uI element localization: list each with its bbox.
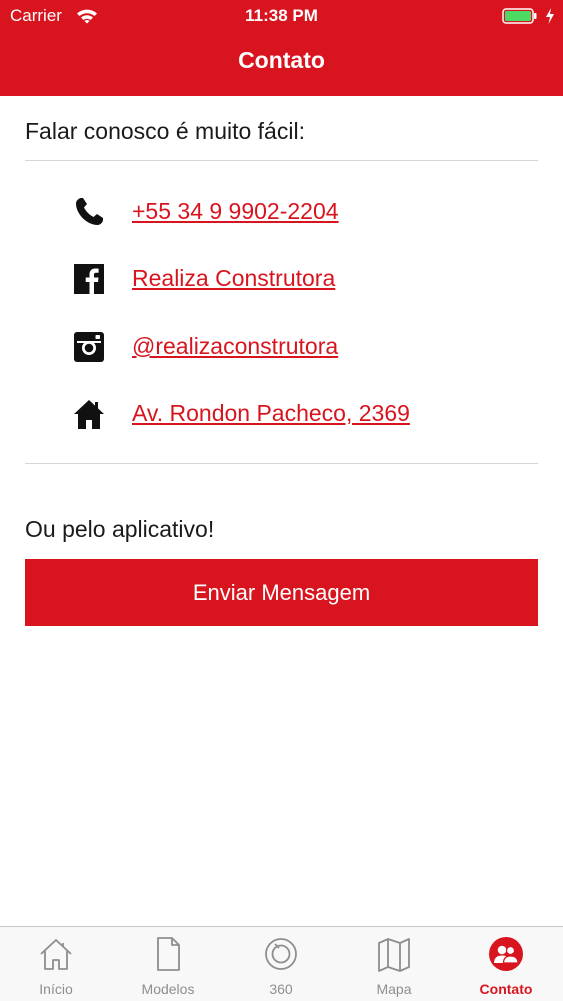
phone-link[interactable]: +55 34 9 9902-2204	[132, 198, 339, 225]
instagram-icon	[74, 332, 104, 362]
contact-row-instagram[interactable]: @realizaconstrutora	[72, 326, 512, 366]
status-bar: Carrier 11:38 PM	[0, 0, 563, 32]
tab-360[interactable]: 360	[225, 927, 337, 1001]
home-icon	[74, 400, 104, 429]
divider	[25, 160, 538, 161]
document-icon	[157, 937, 180, 971]
phone-icon	[76, 198, 103, 225]
divider	[25, 463, 538, 464]
page-title: Contato	[238, 47, 325, 73]
tab-inicio[interactable]: Início	[0, 927, 112, 1001]
app-heading: Ou pelo aplicativo!	[25, 516, 215, 542]
address-link[interactable]: Av. Rondon Pacheco, 2369	[132, 400, 410, 427]
tab-label: Mapa	[376, 981, 412, 997]
header: Carrier 11:38 PM Contato	[0, 0, 563, 96]
tab-label: Início	[39, 981, 73, 997]
tab-modelos[interactable]: Modelos	[112, 927, 224, 1001]
instagram-link[interactable]: @realizaconstrutora	[132, 333, 338, 360]
charging-bolt-icon	[546, 8, 554, 24]
camera-360-icon	[265, 938, 297, 970]
home-outline-icon	[40, 939, 72, 970]
send-message-button[interactable]: Enviar Mensagem	[25, 559, 538, 626]
tab-mapa[interactable]: Mapa	[338, 927, 450, 1001]
facebook-link[interactable]: Realiza Construtora	[132, 265, 335, 292]
tab-bar: Início Modelos 360 Mapa Contato	[0, 926, 563, 1001]
contacts-icon	[489, 937, 523, 971]
facebook-icon	[74, 264, 104, 295]
map-icon	[378, 938, 410, 972]
tab-label: 360	[269, 981, 293, 997]
contact-row-facebook[interactable]: Realiza Construtora	[72, 258, 512, 298]
contact-heading: Falar conosco é muito fácil:	[25, 118, 305, 144]
tab-label: Modelos	[141, 981, 195, 997]
tab-label: Contato	[479, 981, 533, 997]
contact-row-address[interactable]: Av. Rondon Pacheco, 2369	[72, 393, 512, 433]
contact-row-phone[interactable]: +55 34 9 9902-2204	[72, 191, 512, 231]
status-time: 11:38 PM	[245, 6, 318, 25]
battery-icon	[502, 8, 537, 24]
tab-contato[interactable]: Contato	[450, 927, 562, 1001]
